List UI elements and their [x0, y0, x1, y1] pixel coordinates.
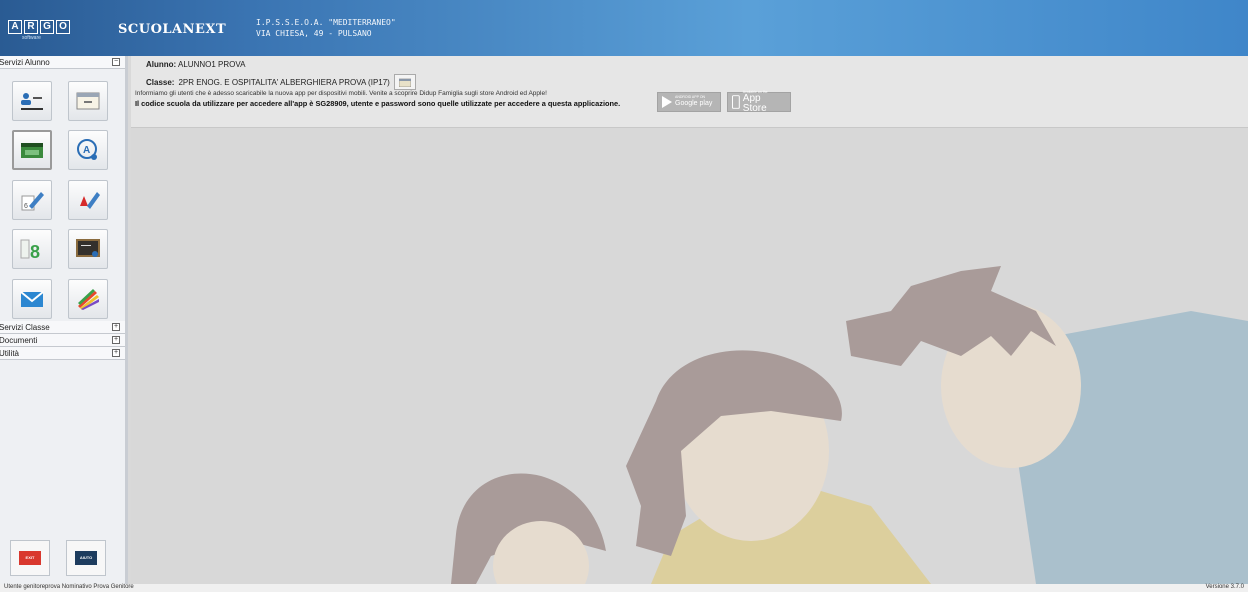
google-play-badge[interactable]: ANDROID APP ON Google play — [657, 92, 721, 112]
panel-servizi-alunno[interactable]: Servizi Alunno − — [0, 56, 125, 69]
school-address: VIA CHIESA, 49 - PULSANO — [256, 29, 372, 38]
panel-label: Servizi Alunno — [0, 57, 50, 67]
grades-pencil-icon: 6 — [21, 191, 44, 211]
apple-badge-text: Available on the App Store — [743, 90, 786, 114]
google-badge-text: ANDROID APP ON Google play — [675, 95, 712, 109]
main-area: Alunno: ALUNNO1 PROVA Classe: 2PR ENOG. … — [131, 56, 1248, 584]
status-user: Utente genitoreprova Nominativo Prova Ge… — [4, 584, 134, 590]
attendance-icon — [21, 143, 43, 159]
promemoria-button[interactable] — [68, 278, 108, 319]
argo-logo: A R G O — [8, 20, 70, 34]
notes-marker-icon — [80, 191, 100, 209]
phone-icon — [732, 95, 740, 109]
panel-label: Utilità — [0, 348, 20, 358]
expand-icon[interactable]: + — [112, 349, 120, 357]
argomenti-lezione-button[interactable] — [68, 229, 108, 270]
voti-scrutinio-button[interactable]: 8 — [12, 229, 52, 270]
panel-utilita[interactable]: Utilità + — [0, 347, 125, 360]
school-name: I.P.S.S.E.O.A. "MEDITERRANEO" — [256, 18, 396, 27]
family-illustration — [131, 56, 1248, 584]
school-info: I.P.S.S.E.O.A. "MEDITERRANEO" VIA CHIESA… — [256, 17, 396, 39]
play-store-icon — [662, 96, 672, 108]
logo-letter: O — [56, 20, 70, 34]
alunno-value: ALUNNO1 PROVA — [178, 60, 246, 69]
collapse-icon[interactable]: − — [112, 58, 120, 66]
svg-text:8: 8 — [30, 242, 40, 261]
panel-documenti[interactable]: Documenti + — [0, 334, 125, 347]
change-class-button[interactable] — [393, 74, 416, 90]
alunno-label: Alunno: — [146, 60, 177, 69]
classe-row: Classe: 2PR ENOG. E OSPITALITA' ALBERGHI… — [146, 74, 416, 90]
svg-text:6: 6 — [24, 203, 28, 210]
panel-label: Documenti — [0, 335, 38, 345]
notebook-icon — [76, 92, 100, 110]
folder-icon — [398, 78, 411, 87]
student-profile-icon — [21, 93, 43, 110]
status-bar: Utente genitoreprova Nominativo Prova Ge… — [0, 584, 1248, 592]
sidebar: Servizi Alunno − A 6 8 Servizi Classe + … — [0, 56, 128, 584]
panel-label: Servizi Classe — [0, 322, 50, 332]
apple-big-text: App Store — [742, 93, 767, 114]
mail-envelope-icon — [20, 290, 44, 307]
google-big-text: Google play — [675, 100, 713, 107]
anagrafe-button[interactable] — [12, 81, 52, 121]
student-search-icon: A — [77, 139, 97, 161]
help-label: AIUTO — [75, 551, 97, 565]
panel-servizi-classe[interactable]: Servizi Classe + — [0, 321, 125, 334]
quadro-orario-button[interactable] — [68, 81, 108, 121]
svg-text:A: A — [83, 145, 90, 156]
colored-pencils-icon — [78, 288, 99, 310]
logo-letter: A — [8, 20, 22, 34]
servizi-alunno-icons: A 6 8 — [0, 69, 125, 321]
curriculum-button[interactable]: A — [68, 130, 108, 171]
exit-button[interactable]: EXIT — [10, 540, 50, 576]
sidebar-bottom-buttons: EXIT AIUTO — [10, 540, 106, 576]
help-button[interactable]: AIUTO — [66, 540, 106, 576]
alunno-row: Alunno: ALUNNO1 PROVA — [146, 60, 245, 69]
exit-label: EXIT — [19, 551, 41, 565]
logo-letter: G — [40, 20, 54, 34]
school-code-notice: Il codice scuola da utilizzare per acced… — [135, 99, 621, 108]
app-announcement: Informiamo gli utenti che è adesso scari… — [135, 90, 547, 97]
logo-letter: R — [24, 20, 38, 34]
expand-icon[interactable]: + — [112, 323, 120, 331]
classe-value: 2PR ENOG. E OSPITALITA' ALBERGHIERA PROV… — [178, 77, 390, 87]
classe-label: Classe: — [146, 77, 175, 87]
note-disciplinari-button[interactable] — [68, 179, 108, 220]
voti-giornalieri-button[interactable]: 6 — [12, 179, 52, 220]
comunicazioni-button[interactable] — [12, 278, 52, 319]
grade-8-icon: 8 — [20, 239, 40, 261]
blackboard-icon — [76, 239, 100, 258]
app-header: A R G O software SCUOLANEXT I.P.S.S.E.O.… — [0, 0, 1248, 56]
expand-icon[interactable]: + — [112, 336, 120, 344]
app-store-badge[interactable]: Available on the App Store — [727, 90, 791, 114]
logo-subtitle: software — [22, 35, 41, 41]
app-title: SCUOLANEXT — [118, 22, 227, 37]
assenze-button[interactable] — [12, 130, 52, 171]
status-version: Versione 3.7.0 — [1205, 584, 1244, 590]
student-info-bar: Alunno: ALUNNO1 PROVA Classe: 2PR ENOG. … — [131, 56, 1248, 128]
